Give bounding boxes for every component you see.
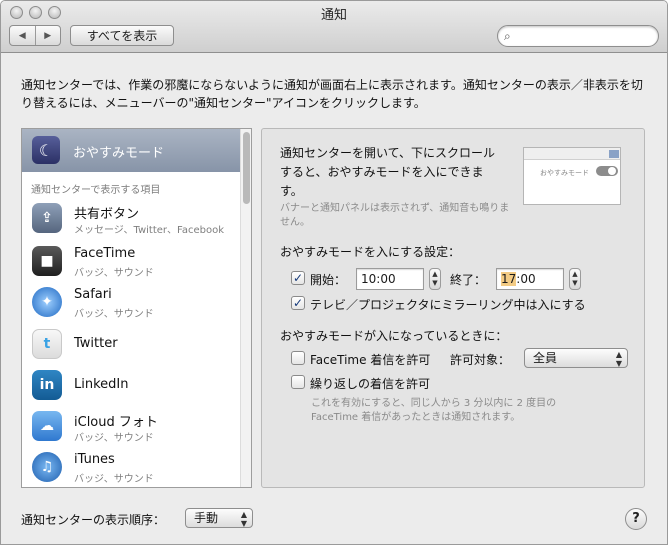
app-name: Safari bbox=[74, 287, 112, 302]
preview-label: おやすみモード bbox=[540, 169, 589, 177]
safari-icon: ✦ bbox=[32, 287, 62, 317]
list-scrollbar[interactable] bbox=[240, 129, 251, 487]
app-sub: バッジ、サウンド bbox=[74, 433, 154, 444]
start-label: 開始： bbox=[310, 273, 347, 287]
help-button[interactable]: ? bbox=[625, 508, 647, 530]
itunes-icon: ♫ bbox=[32, 452, 62, 482]
app-item-icloud-photos[interactable]: ☁ iCloud フォト バッジ、サウンド bbox=[22, 407, 240, 448]
app-sub: バッジ、サウンド bbox=[74, 474, 154, 485]
sidebar-item-do-not-disturb[interactable]: ☾ おやすみモード bbox=[22, 129, 240, 172]
repeat-call-note: これを有効にすると、同じ人から 3 分以内に 2 度目の FaceTime 着信… bbox=[311, 398, 557, 423]
allow-facetime-label: FaceTime 着信を許可 bbox=[310, 353, 431, 367]
preferences-window: 通知 ◀ ▶ すべてを表示 ⌕ 通知センターでは、作業の邪魔にならないように通知… bbox=[0, 0, 668, 545]
forward-button[interactable]: ▶ bbox=[36, 26, 61, 45]
linkedin-icon: in bbox=[32, 370, 62, 400]
app-item-twitter[interactable]: t Twitter bbox=[22, 325, 240, 366]
mirroring-checkbox[interactable]: ✓ bbox=[291, 296, 305, 310]
app-item-facetime[interactable]: ■ FaceTime バッジ、サウンド bbox=[22, 242, 240, 283]
notification-center-preview: おやすみモード bbox=[523, 147, 621, 205]
order-value: 手動 bbox=[194, 511, 219, 525]
order-label: 通知センターの表示順序： bbox=[21, 513, 166, 527]
app-list[interactable]: ☾ おやすみモード 通知センターで表示する項目 ⇪ 共有ボタン メッセージ、Tw… bbox=[21, 128, 252, 488]
app-item-safari[interactable]: ✦ Safari バッジ、サウンド bbox=[22, 283, 240, 324]
facetime-icon: ■ bbox=[32, 246, 62, 276]
scrollbar-thumb[interactable] bbox=[243, 132, 250, 204]
icloud-icon: ☁ bbox=[32, 411, 62, 441]
allow-target-select[interactable]: 全員 ▲ ▼ bbox=[524, 348, 628, 368]
titlebar: 通知 ◀ ▶ すべてを表示 ⌕ bbox=[1, 1, 667, 53]
app-name: LinkedIn bbox=[74, 377, 129, 392]
schedule-header: おやすみモードを入にする設定： bbox=[280, 245, 461, 259]
list-icon bbox=[609, 150, 619, 158]
toggle-knob bbox=[608, 167, 616, 175]
app-sub: バッジ、サウンド bbox=[74, 309, 154, 320]
panel-note: バナーと通知パネルは表示されず、通知音も鳴りません。 bbox=[280, 203, 510, 228]
app-name: iCloud フォト bbox=[74, 415, 158, 430]
search-input[interactable] bbox=[520, 28, 650, 44]
intro-text: 通知センターでは、作業の邪魔にならないように通知が画面右上に表示されます。通知セ… bbox=[21, 78, 643, 110]
end-time-field[interactable]: 17:00 bbox=[496, 268, 564, 290]
end-time-stepper[interactable]: ▲ ▼ bbox=[569, 268, 581, 290]
updown-icon: ▲ ▼ bbox=[615, 350, 622, 368]
when-header: おやすみモードが入になっているときに： bbox=[280, 329, 508, 343]
panel-description: 通知センターを開いて、下にスクロールすると、おやすみモードを入にできます。 bbox=[280, 146, 496, 198]
allow-target-value: 全員 bbox=[533, 351, 558, 365]
section-header: 通知センターで表示する項目 bbox=[31, 185, 161, 196]
repeat-call-label: 繰り返しの着信を許可 bbox=[310, 377, 431, 391]
start-time-stepper[interactable]: ▲ ▼ bbox=[429, 268, 441, 290]
allow-target-label: 許可対象： bbox=[450, 353, 511, 367]
app-sub: メッセージ、Twitter、Facebook bbox=[74, 225, 225, 236]
back-forward-control: ◀ ▶ bbox=[9, 25, 61, 46]
repeat-call-checkbox[interactable] bbox=[291, 375, 305, 389]
app-item-linkedin[interactable]: in LinkedIn bbox=[22, 366, 240, 407]
preview-header bbox=[524, 148, 620, 160]
share-icon: ⇪ bbox=[32, 203, 62, 233]
start-time-field[interactable]: 10:00 bbox=[356, 268, 424, 290]
window-title: 通知 bbox=[320, 8, 347, 23]
app-name: FaceTime bbox=[74, 246, 136, 261]
allow-facetime-checkbox[interactable] bbox=[291, 351, 305, 365]
dnd-label: おやすみモード bbox=[73, 146, 165, 161]
schedule-checkbox[interactable]: ✓ bbox=[291, 271, 305, 285]
moon-icon: ☾ bbox=[32, 136, 60, 164]
app-name: Twitter bbox=[74, 336, 118, 351]
updown-icon: ▲ ▼ bbox=[240, 510, 247, 528]
app-item-share[interactable]: ⇪ 共有ボタン メッセージ、Twitter、Facebook bbox=[22, 199, 240, 240]
back-button[interactable]: ◀ bbox=[10, 26, 36, 45]
show-all-button[interactable]: すべてを表示 bbox=[70, 25, 174, 46]
end-hour: 17 bbox=[501, 272, 517, 286]
app-name: iTunes bbox=[74, 452, 115, 467]
dnd-settings-panel: 通知センターを開いて、下にスクロールすると、おやすみモードを入にできます。 バナ… bbox=[261, 128, 645, 488]
app-sub: バッジ、サウンド bbox=[74, 268, 154, 279]
twitter-icon: t bbox=[32, 329, 62, 359]
app-name: 共有ボタン bbox=[74, 207, 140, 222]
search-field[interactable]: ⌕ bbox=[497, 25, 659, 47]
search-icon: ⌕ bbox=[504, 29, 511, 43]
order-select[interactable]: 手動 ▲ ▼ bbox=[185, 508, 253, 528]
app-item-itunes[interactable]: ♫ iTunes バッジ、サウンド bbox=[22, 448, 240, 487]
end-minutes: :00 bbox=[516, 272, 536, 286]
mirroring-label: テレビ／プロジェクタにミラーリング中は入にする bbox=[310, 298, 586, 312]
end-label: 終了： bbox=[450, 273, 487, 287]
